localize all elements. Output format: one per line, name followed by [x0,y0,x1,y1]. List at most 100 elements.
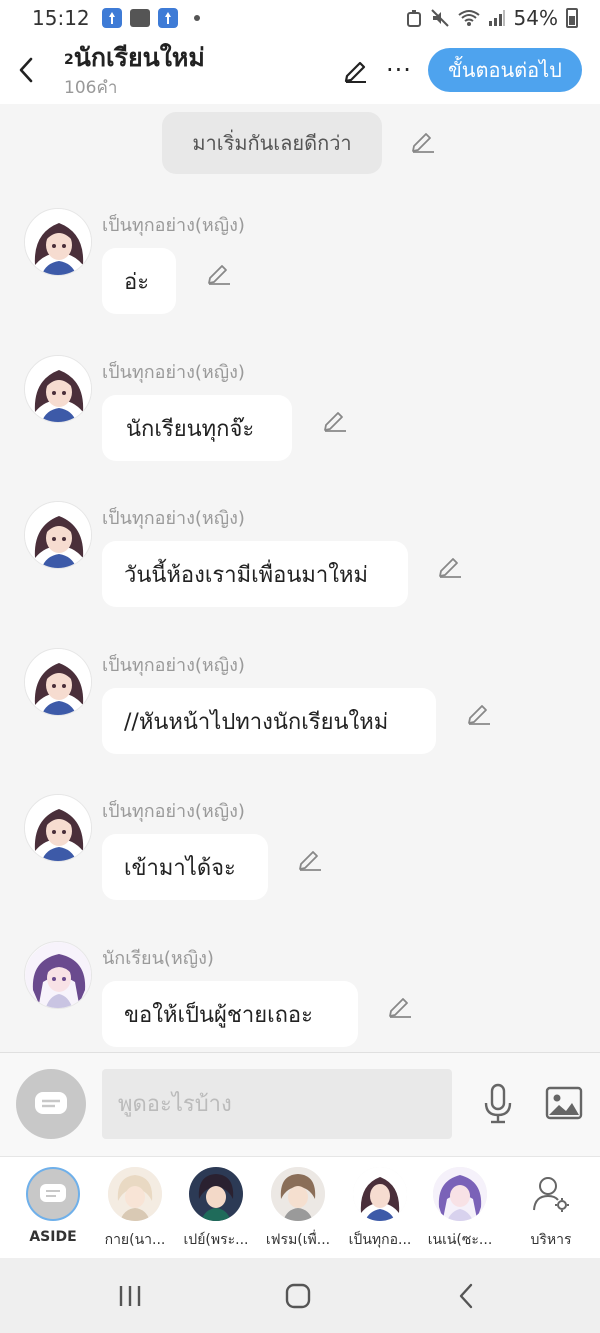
message-bubble[interactable]: ขอให้เป็นผู้ชายเถอะ [102,981,358,1047]
message-bubble[interactable]: //หันหน้าไปทางนักเรียนใหม่ [102,688,436,754]
character-item[interactable]: เนเน่(ซะ... [420,1167,500,1251]
system-message-row: มาเริ่มกันเลยดีกว่า [0,112,600,174]
edit-message-button[interactable] [387,993,413,1023]
message-bubble[interactable]: วันนี้ห้องเรามีเพื่อนมาใหม่ [102,541,408,607]
message-bubble[interactable]: เข้ามาได้จะ [102,834,268,900]
back-button[interactable] [10,50,42,90]
edit-message-button[interactable] [437,553,463,583]
title-prefix: 2 [64,52,74,68]
chat-area[interactable]: มาเริ่มกันเลยดีกว่า เป็นทุกอย่าง(หญิง) อ… [0,104,600,1052]
teacher-avatar-icon [25,356,91,422]
character-label: บริหาร [530,1232,572,1248]
more-options-button[interactable]: ··· [384,54,414,86]
character-avatar [353,1167,407,1221]
character-label: เป็นทุกอ... [348,1232,412,1248]
signal-icon [488,10,505,26]
edit-message-button[interactable] [466,700,492,730]
edit-message-button[interactable] [410,128,436,158]
app-notification-icon-2 [157,8,178,28]
character-label: ASIDE [29,1229,77,1245]
character-avatar [433,1167,487,1221]
page-title[interactable]: 2นักเรียนใหม่ [64,42,205,74]
speaker-name: เป็นทุกอย่าง(หญิง) [102,655,245,676]
aside-character[interactable]: ASIDE [13,1167,93,1251]
message-bubble[interactable]: นักเรียนทุกจ๊ะ [102,395,292,461]
pencil-icon [324,412,346,432]
more-notifications-dot-icon [193,15,200,21]
pencil-icon [389,998,411,1018]
recent-apps-button[interactable] [110,1276,150,1316]
word-count: 106คำ [64,78,118,98]
microphone-button[interactable] [478,1081,518,1127]
manage-characters-button[interactable]: บริหาร [511,1167,591,1251]
teacher-avatar-icon [25,649,91,715]
status-right: 54% [406,6,578,30]
edit-title-button[interactable] [340,54,372,86]
teacher-avatar-icon [25,209,91,275]
system-message-bubble[interactable]: มาเริ่มกันเลยดีกว่า [162,112,382,174]
message-notification-icon [129,9,150,27]
status-time: 15:12 [32,6,90,30]
pencil-icon [344,61,366,83]
alarm-icon [406,10,421,27]
image-button[interactable] [544,1083,584,1123]
battery-percent: 54% [513,6,558,30]
edit-message-button[interactable] [322,407,348,437]
speaker-name: นักเรียน(หญิง) [102,948,214,969]
microphone-icon [484,1083,512,1124]
manage-icon-wrap [524,1167,578,1221]
chevron-left-icon [19,57,33,83]
avatar[interactable] [24,355,92,423]
character-tray: ASIDE กาย(นา... เปย์(พระ... เฟรม(เพื่...… [0,1156,600,1258]
avatar[interactable] [24,208,92,276]
wifi-icon [457,10,480,26]
character-label: กาย(นา... [104,1232,166,1248]
system-back-button[interactable] [446,1276,486,1316]
boy-avatar-icon [271,1167,325,1221]
chat-bubble-icon [40,1184,66,1202]
image-icon [545,1086,583,1120]
message-input[interactable] [102,1069,452,1139]
chat-bubble-icon [35,1092,67,1114]
character-item[interactable]: เปย์(พระ... [176,1167,256,1251]
character-label: เปย์(พระ... [183,1232,249,1248]
teacher-avatar-icon [25,795,91,861]
character-item[interactable]: กาย(นา... [95,1167,175,1251]
aside-toggle-button[interactable] [16,1069,86,1139]
pencil-icon [299,851,321,871]
character-label: เฟรม(เพื่... [265,1232,331,1248]
battery-icon [566,8,578,28]
speaker-name: เป็นทุกอย่าง(หญิง) [102,362,245,383]
avatar[interactable] [24,501,92,569]
pencil-icon [468,705,490,725]
pencil-icon [208,265,230,285]
home-button[interactable] [278,1276,318,1316]
character-item[interactable]: เฟรม(เพื่... [258,1167,338,1251]
speaker-name: เป็นทุกอย่าง(หญิง) [102,801,245,822]
recent-apps-icon [119,1286,141,1306]
next-step-button[interactable]: ขั้นตอนต่อไป [428,48,582,92]
title-block: 2นักเรียนใหม่ 106คำ [64,42,205,100]
message-bubble[interactable]: อ่ะ [102,248,176,314]
character-avatar [271,1167,325,1221]
student-avatar-icon [25,942,91,1008]
character-avatar [189,1167,243,1221]
teacher-avatar-icon [25,502,91,568]
status-bar: 15:12 54% [0,0,600,36]
title-text: นักเรียนใหม่ [73,43,205,72]
avatar[interactable] [24,794,92,862]
boy-avatar-icon [108,1167,162,1221]
character-item[interactable]: เป็นทุกอ... [340,1167,420,1251]
speaker-name: เป็นทุกอย่าง(หญิง) [102,215,245,236]
avatar[interactable] [24,648,92,716]
app-notification-icon [101,8,122,28]
home-icon [285,1283,311,1309]
edit-message-button[interactable] [297,846,323,876]
avatar[interactable] [24,941,92,1009]
boy-avatar-icon [189,1167,243,1221]
edit-message-button[interactable] [206,260,232,290]
user-settings-icon [533,1177,569,1212]
mute-icon [430,9,449,27]
speaker-name: เป็นทุกอย่าง(หญิง) [102,508,245,529]
header: 2นักเรียนใหม่ 106คำ ··· ขั้นตอนต่อไป [0,36,600,104]
